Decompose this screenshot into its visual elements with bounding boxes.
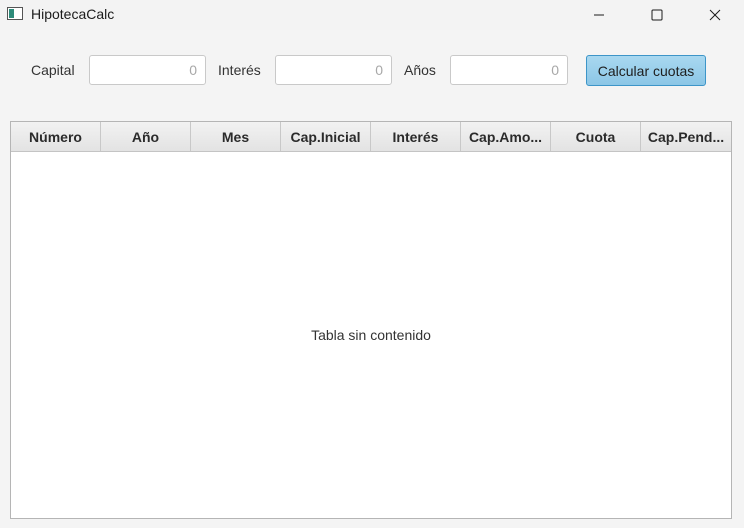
capital-input[interactable] [89,55,206,85]
table-empty-message: Tabla sin contenido [311,327,431,343]
column-header-cap-amortizado[interactable]: Cap.Amo... [461,122,551,151]
amortization-table[interactable]: Número Año Mes Cap.Inicial Interés Cap.A… [10,121,732,519]
column-header-interes[interactable]: Interés [371,122,461,151]
capital-label: Capital [31,62,75,78]
minimize-button[interactable] [576,0,622,30]
window-title: HipotecaCalc [31,6,115,22]
column-header-cap-pendiente[interactable]: Cap.Pend... [641,122,731,151]
maximize-icon [651,9,663,21]
column-header-numero[interactable]: Número [11,122,101,151]
column-header-mes[interactable]: Mes [191,122,281,151]
column-header-cap-inicial[interactable]: Cap.Inicial [281,122,371,151]
minimize-icon [594,14,604,16]
anos-label: Años [404,62,436,78]
app-window-icon [7,7,23,20]
title-bar: HipotecaCalc [0,0,744,30]
column-header-cuota[interactable]: Cuota [551,122,641,151]
maximize-button[interactable] [634,0,680,30]
close-button[interactable] [692,0,738,30]
close-icon [709,9,721,21]
interes-label: Interés [218,62,261,78]
interes-input[interactable] [275,55,392,85]
table-header: Número Año Mes Cap.Inicial Interés Cap.A… [11,122,731,152]
calcular-cuotas-button[interactable]: Calcular cuotas [586,55,706,86]
anos-input[interactable] [450,55,568,85]
column-header-ano[interactable]: Año [101,122,191,151]
